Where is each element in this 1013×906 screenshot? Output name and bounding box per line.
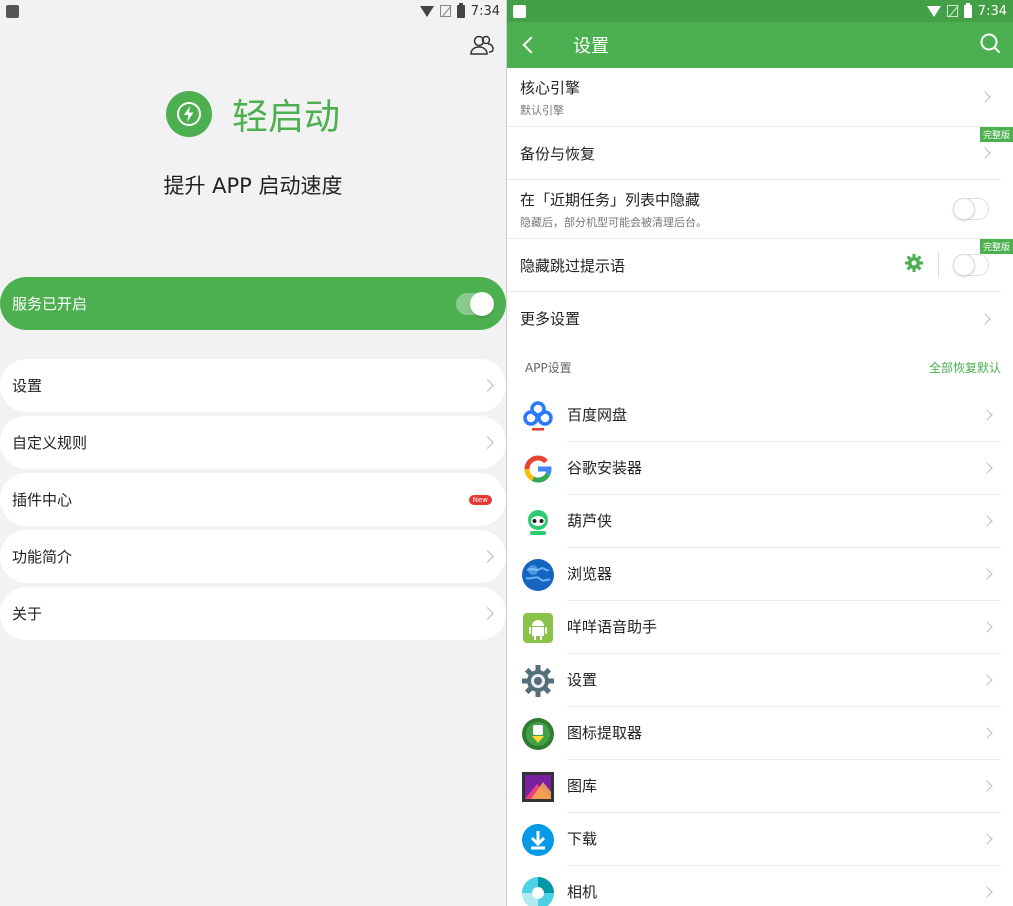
app-name: 图标提取器: [567, 707, 1001, 760]
browser-globe-icon: [521, 558, 555, 592]
status-time: 7:34: [977, 3, 1007, 19]
gear-icon[interactable]: [904, 253, 924, 277]
app-name: 轻启动: [231, 97, 340, 138]
service-toggle-row[interactable]: 服务已开启: [0, 277, 506, 330]
menu-item-custom-rules[interactable]: 自定义规则: [0, 416, 506, 469]
battery-icon: [963, 2, 972, 18]
app-row-icon-extractor[interactable]: 图标提取器: [507, 707, 1013, 760]
icon-extractor-icon: [521, 717, 555, 751]
wifi-icon: [419, 5, 434, 17]
lightning-logo-icon: [165, 91, 212, 137]
back-arrow-icon[interactable]: [522, 36, 540, 54]
setting-subtitle: 隐藏后，部分机型可能会被清理后台。: [520, 215, 707, 229]
app-name: 图库: [567, 760, 1001, 813]
app-name: 咩咩语音助手: [567, 601, 1001, 654]
page-title: 设置: [573, 36, 609, 57]
setting-subtitle: 默认引擎: [520, 103, 564, 117]
app-name: 下载: [567, 813, 1001, 866]
chevron-right-icon: [481, 379, 494, 392]
setting-title: 备份与恢复: [520, 144, 596, 163]
menu-item-label: 设置: [12, 377, 43, 395]
menu-item-features[interactable]: 功能简介: [0, 530, 506, 583]
full-version-badge: 完整版: [979, 239, 1013, 254]
notification-icon: [513, 4, 526, 18]
menu-item-label: 关于: [12, 605, 43, 623]
full-version-badge: 完整版: [979, 127, 1013, 142]
chevron-right-icon: [979, 147, 991, 159]
main-menu: 设置 自定义规则 插件中心 New 功能简介 关于: [0, 359, 506, 644]
section-title: APP设置: [525, 360, 572, 375]
settings-screen: 7:34 设置 核心引擎 默认引擎 完整版 备份与恢复 在「近期任务」列表中隐藏: [507, 0, 1013, 906]
new-badge: New: [468, 494, 492, 505]
hide-skip-hint-switch[interactable]: [953, 254, 989, 276]
baidu-netdisk-icon: [521, 399, 555, 433]
chevron-right-icon: [481, 607, 494, 620]
menu-item-label: 功能简介: [12, 548, 73, 566]
setting-title: 核心引擎: [520, 78, 581, 97]
app-brand: 轻启动: [0, 88, 506, 140]
app-settings-header: APP设置 全部恢复默认: [507, 345, 1013, 389]
no-sim-icon: [946, 5, 958, 17]
hide-recents-switch[interactable]: [953, 198, 989, 220]
app-name: 葫芦侠: [567, 495, 1001, 548]
app-row-browser[interactable]: 浏览器: [507, 548, 1013, 601]
app-row-huluxia[interactable]: 葫芦侠: [507, 495, 1013, 548]
camera-icon: [521, 876, 555, 906]
menu-item-label: 插件中心: [12, 491, 73, 509]
no-sim-icon: [439, 5, 451, 17]
android-icon: [521, 611, 555, 645]
menu-item-about[interactable]: 关于: [0, 587, 506, 640]
chevron-right-icon: [481, 550, 494, 563]
menu-item-plugin-center[interactable]: 插件中心 New: [0, 473, 506, 526]
setting-title: 隐藏跳过提示语: [520, 256, 626, 275]
app-row-download[interactable]: 下载: [507, 813, 1013, 866]
main-screen: 7:34 轻启动 提升 APP 启动速度 服务已开启 设置 自定义规则 插件中心…: [0, 0, 506, 906]
slogan: 提升 APP 启动速度: [163, 174, 343, 198]
app-row-camera[interactable]: 相机: [507, 866, 1013, 906]
app-row-baidu-netdisk[interactable]: 百度网盘: [507, 389, 1013, 442]
gallery-icon: [521, 770, 555, 804]
separator: [938, 252, 939, 278]
battery-icon: [456, 2, 465, 18]
setting-hide-from-recents[interactable]: 在「近期任务」列表中隐藏 隐藏后，部分机型可能会被清理后台。: [507, 180, 1001, 239]
google-installer-icon: [521, 452, 555, 486]
download-icon: [521, 823, 555, 857]
app-name: 设置: [567, 654, 1001, 707]
app-name: 百度网盘: [567, 389, 1001, 442]
menu-item-settings[interactable]: 设置: [0, 359, 506, 412]
restore-all-defaults-link[interactable]: 全部恢复默认: [929, 359, 1001, 376]
wifi-icon: [926, 5, 941, 17]
app-name: 谷歌安装器: [567, 442, 1001, 495]
setting-title: 更多设置: [520, 310, 581, 328]
setting-more[interactable]: 更多设置: [507, 292, 1001, 345]
setting-backup-restore[interactable]: 完整版 备份与恢复: [507, 127, 1013, 180]
app-name: 浏览器: [567, 548, 1001, 601]
setting-title: 在「近期任务」列表中隐藏: [520, 190, 701, 209]
app-name: 相机: [567, 866, 1001, 906]
account-icon[interactable]: [470, 34, 494, 56]
app-row-google-installer[interactable]: 谷歌安装器: [507, 442, 1013, 495]
settings-gear-icon: [521, 664, 555, 698]
app-row-voice-assistant[interactable]: 咩咩语音助手: [507, 601, 1013, 654]
chevron-right-icon: [979, 91, 991, 103]
notification-icon: [6, 4, 19, 18]
search-icon[interactable]: [979, 32, 1001, 58]
app-row-settings[interactable]: 设置: [507, 654, 1013, 707]
menu-item-label: 自定义规则: [12, 434, 88, 452]
service-status-label: 服务已开启: [12, 295, 88, 313]
status-time: 7:34: [470, 3, 500, 19]
app-row-gallery[interactable]: 图库: [507, 760, 1013, 813]
chevron-right-icon: [481, 436, 494, 449]
service-switch[interactable]: [456, 291, 494, 316]
chevron-right-icon: [979, 312, 991, 325]
status-bar: 7:34: [507, 0, 1013, 22]
app-bar: 设置: [507, 22, 1013, 68]
setting-hide-skip-hint[interactable]: 完整版 隐藏跳过提示语: [507, 239, 1013, 292]
setting-core-engine[interactable]: 核心引擎 默认引擎: [507, 68, 1001, 127]
huluxia-icon: [521, 505, 555, 539]
status-bar: 7:34: [0, 0, 506, 22]
